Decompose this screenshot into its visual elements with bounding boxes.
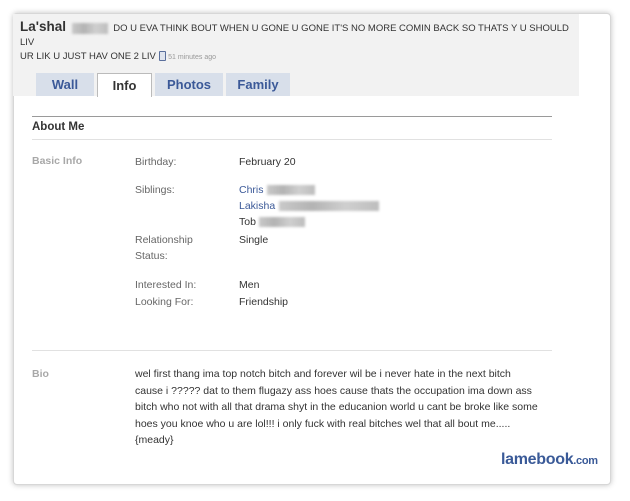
siblings-label: Siblings:	[135, 184, 175, 196]
bio-divider	[32, 350, 552, 351]
sibling-2-link[interactable]: Lakisha	[239, 200, 275, 212]
tab-wall[interactable]: Wall	[36, 73, 94, 96]
relationship-label: Relationship Status:	[135, 234, 193, 262]
redacted-name	[279, 201, 380, 212]
mobile-phone-icon	[158, 51, 166, 62]
tab-photos[interactable]: Photos	[155, 73, 223, 96]
basic-info-label: Basic Info	[32, 155, 83, 167]
interested-in-value: Men	[239, 279, 260, 291]
tab-info[interactable]: Info	[97, 73, 152, 97]
sibling-1: Chris	[239, 182, 316, 198]
sibling-3: Tob	[239, 214, 305, 230]
relationship-value: Single	[239, 234, 269, 246]
status-update: La'shal DO U EVA THINK BOUT WHEN U GONE …	[20, 20, 576, 65]
status-text-line2: UR LIK U JUST HAV ONE 2 LIV	[20, 51, 156, 62]
sibling-3-name: Tob	[239, 216, 256, 228]
bio-line: {meady}	[135, 434, 174, 446]
about-underline	[32, 139, 552, 140]
bio-line: bitch who not with all that drama shyt i…	[135, 401, 538, 413]
bio-line: hoes you knoe who u are lol!!! i only fu…	[135, 417, 511, 430]
status-timestamp[interactable]: 51 minutes ago	[168, 54, 216, 61]
looking-for-value: Friendship	[239, 296, 289, 308]
interested-in-label: Interested In:	[135, 279, 197, 291]
about-divider	[32, 116, 552, 117]
bio-line: wel first thang ima top notch bitch and …	[135, 368, 511, 380]
profile-name[interactable]: La'shal	[20, 19, 66, 34]
birthday-label: Birthday:	[135, 156, 177, 168]
bio-label: Bio	[32, 368, 49, 380]
sibling-2: Lakisha	[239, 198, 380, 214]
redacted-name	[267, 185, 316, 196]
sibling-1-link[interactable]: Chris	[239, 184, 264, 196]
birthday-value: February 20	[239, 156, 296, 168]
redacted-surname	[71, 22, 108, 34]
tab-family[interactable]: Family	[226, 73, 290, 96]
redacted-name	[258, 217, 305, 228]
bio-text: wel first thang ima top notch bitch and …	[135, 366, 555, 449]
looking-for-label: Looking For:	[135, 296, 194, 308]
lamebook-watermark: lamebook.com	[501, 451, 598, 468]
bio-line: cause i ????? dat to them flugazy ass ho…	[135, 384, 532, 397]
about-me-heading: About Me	[32, 121, 85, 133]
profile-header: La'shal DO U EVA THINK BOUT WHEN U GONE …	[13, 14, 579, 97]
